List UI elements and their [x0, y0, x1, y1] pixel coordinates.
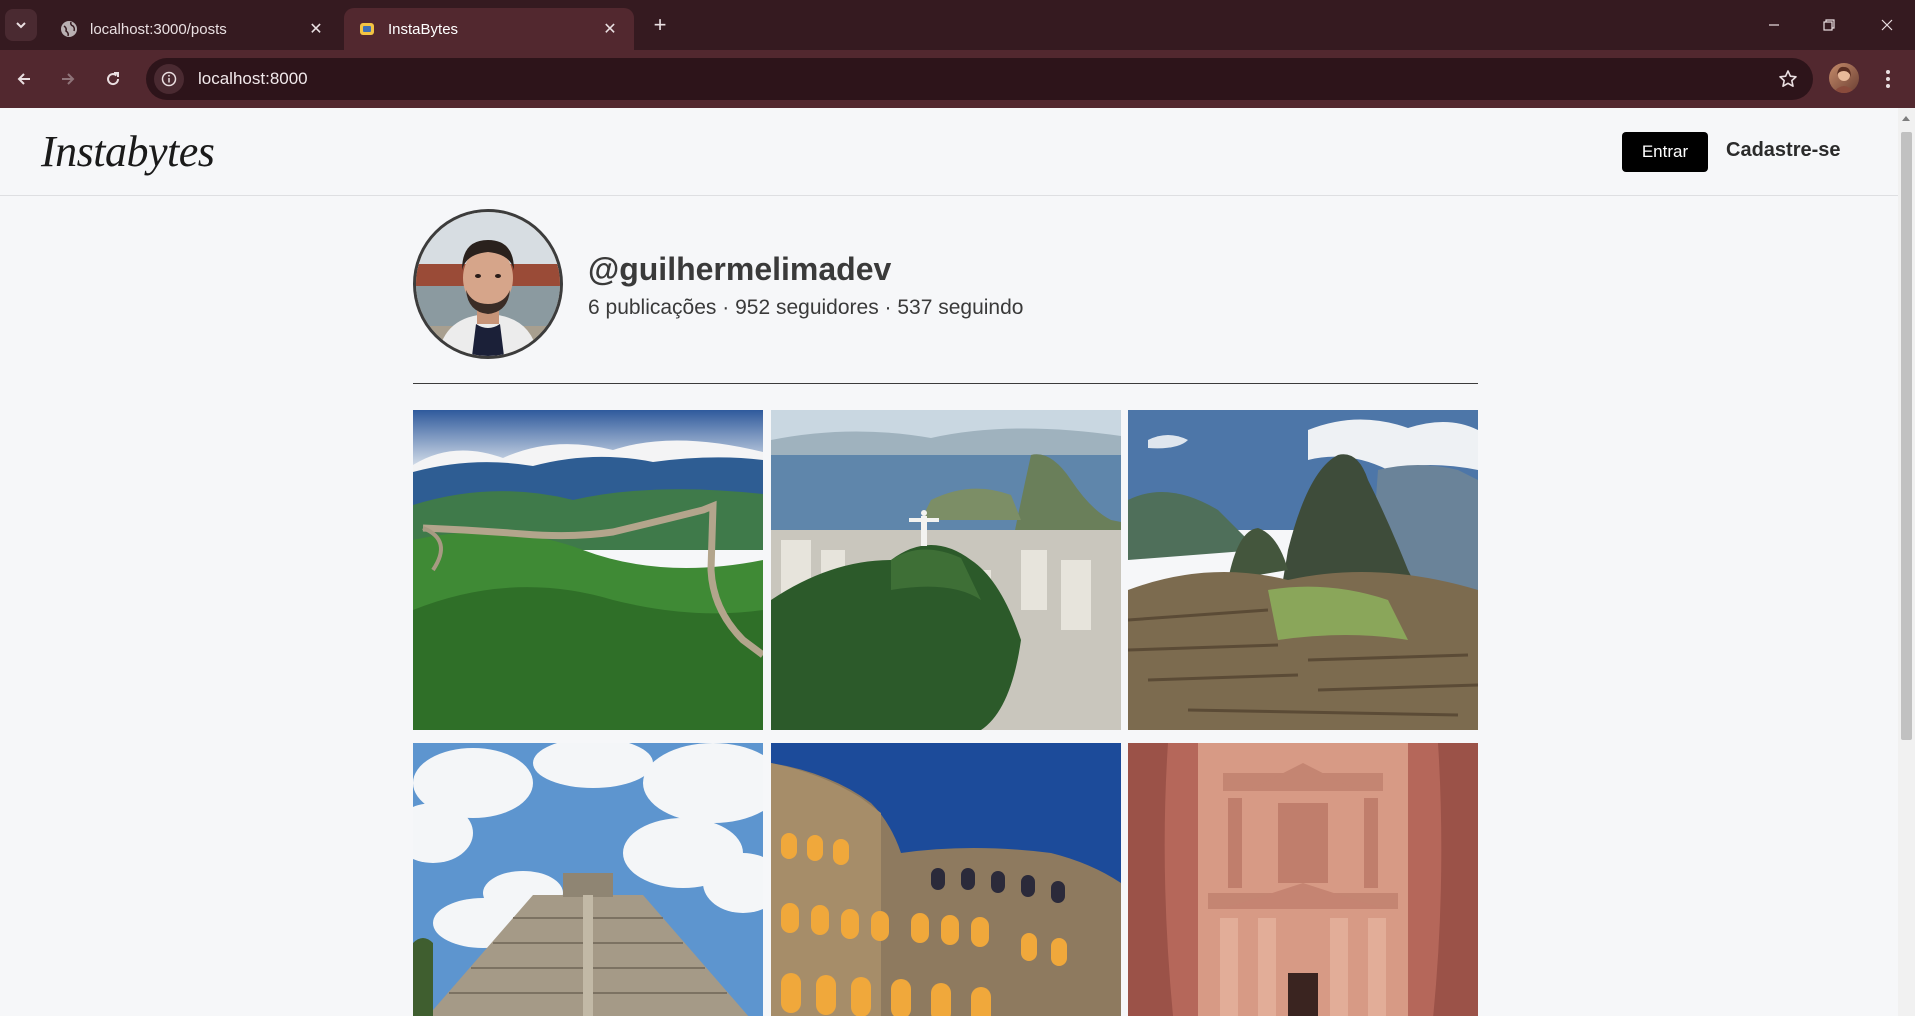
- petra-photo: [1128, 743, 1478, 1016]
- bookmark-button[interactable]: [1777, 68, 1799, 90]
- address-bar[interactable]: localhost:8000: [146, 58, 1813, 100]
- minimize-button[interactable]: [1754, 10, 1794, 40]
- close-icon[interactable]: ✕: [306, 19, 326, 39]
- post-thumbnail[interactable]: [1128, 743, 1478, 1016]
- info-icon: [161, 71, 177, 87]
- star-icon: [1779, 70, 1797, 87]
- site-info-button[interactable]: [154, 64, 184, 94]
- login-button[interactable]: Entrar: [1622, 132, 1708, 172]
- arrow-right-icon: [62, 73, 75, 85]
- profile-picture-icon: [1833, 66, 1855, 93]
- tab-title: InstaBytes: [388, 20, 459, 38]
- colosseum-photo: [771, 743, 1121, 1016]
- profile-username: @guilhermelimadev: [588, 251, 892, 287]
- profile-avatar[interactable]: [1829, 63, 1859, 93]
- browser-toolbar: localhost:8000: [0, 50, 1915, 108]
- globe-icon: [61, 21, 77, 37]
- scroll-up-icon[interactable]: [1902, 116, 1910, 121]
- restore-icon: [1823, 19, 1835, 31]
- url-text[interactable]: localhost:8000: [198, 69, 308, 89]
- scrollbar-thumb[interactable]: [1901, 132, 1912, 740]
- christ-redeemer-photo: [771, 410, 1121, 730]
- page-scrollbar[interactable]: [1898, 108, 1915, 1016]
- page-content: Instabytes Entrar Cadastre-se @guilherme…: [0, 108, 1898, 1016]
- close-icon: [1881, 19, 1893, 31]
- post-thumbnail[interactable]: [1128, 410, 1478, 730]
- tab-title: localhost:3000/posts: [90, 20, 227, 38]
- post-thumbnail[interactable]: [771, 410, 1121, 730]
- browser-tabstrip: localhost:3000/posts ✕ InstaBytes ✕ +: [0, 0, 1915, 50]
- machu-picchu-photo: [1128, 410, 1478, 730]
- back-button[interactable]: [8, 63, 40, 95]
- post-thumbnail[interactable]: [413, 410, 763, 730]
- site-logo[interactable]: Instabytes: [41, 126, 215, 177]
- app-favicon-icon: [360, 23, 374, 35]
- reload-icon: [107, 72, 120, 86]
- profile-divider: [413, 383, 1478, 384]
- profile-avatar-large: [413, 209, 563, 359]
- chevron-down-icon: [16, 22, 26, 29]
- forward-button[interactable]: [52, 63, 84, 95]
- tab-instabytes[interactable]: InstaBytes ✕: [344, 8, 634, 50]
- post-thumbnail[interactable]: [413, 743, 763, 1016]
- reload-button[interactable]: [97, 63, 129, 95]
- close-window-button[interactable]: [1867, 10, 1907, 40]
- browser-menu-button[interactable]: [1872, 63, 1904, 95]
- chichen-itza-photo: [413, 743, 763, 1016]
- great-wall-photo: [413, 410, 763, 730]
- restore-button[interactable]: [1809, 10, 1849, 40]
- post-thumbnail[interactable]: [771, 743, 1121, 1016]
- arrow-left-icon: [17, 73, 30, 85]
- minimize-icon: [1769, 24, 1779, 26]
- new-tab-button[interactable]: +: [647, 12, 673, 38]
- tab-search-button[interactable]: [5, 9, 37, 41]
- signup-link[interactable]: Cadastre-se: [1726, 139, 1841, 162]
- close-icon[interactable]: ✕: [600, 19, 620, 39]
- profile-photo: [416, 212, 560, 356]
- tab-posts[interactable]: localhost:3000/posts ✕: [46, 8, 340, 50]
- site-header: Instabytes Entrar Cadastre-se: [0, 108, 1898, 196]
- profile-stats: 6 publicações · 952 seguidores · 537 seg…: [588, 296, 1024, 319]
